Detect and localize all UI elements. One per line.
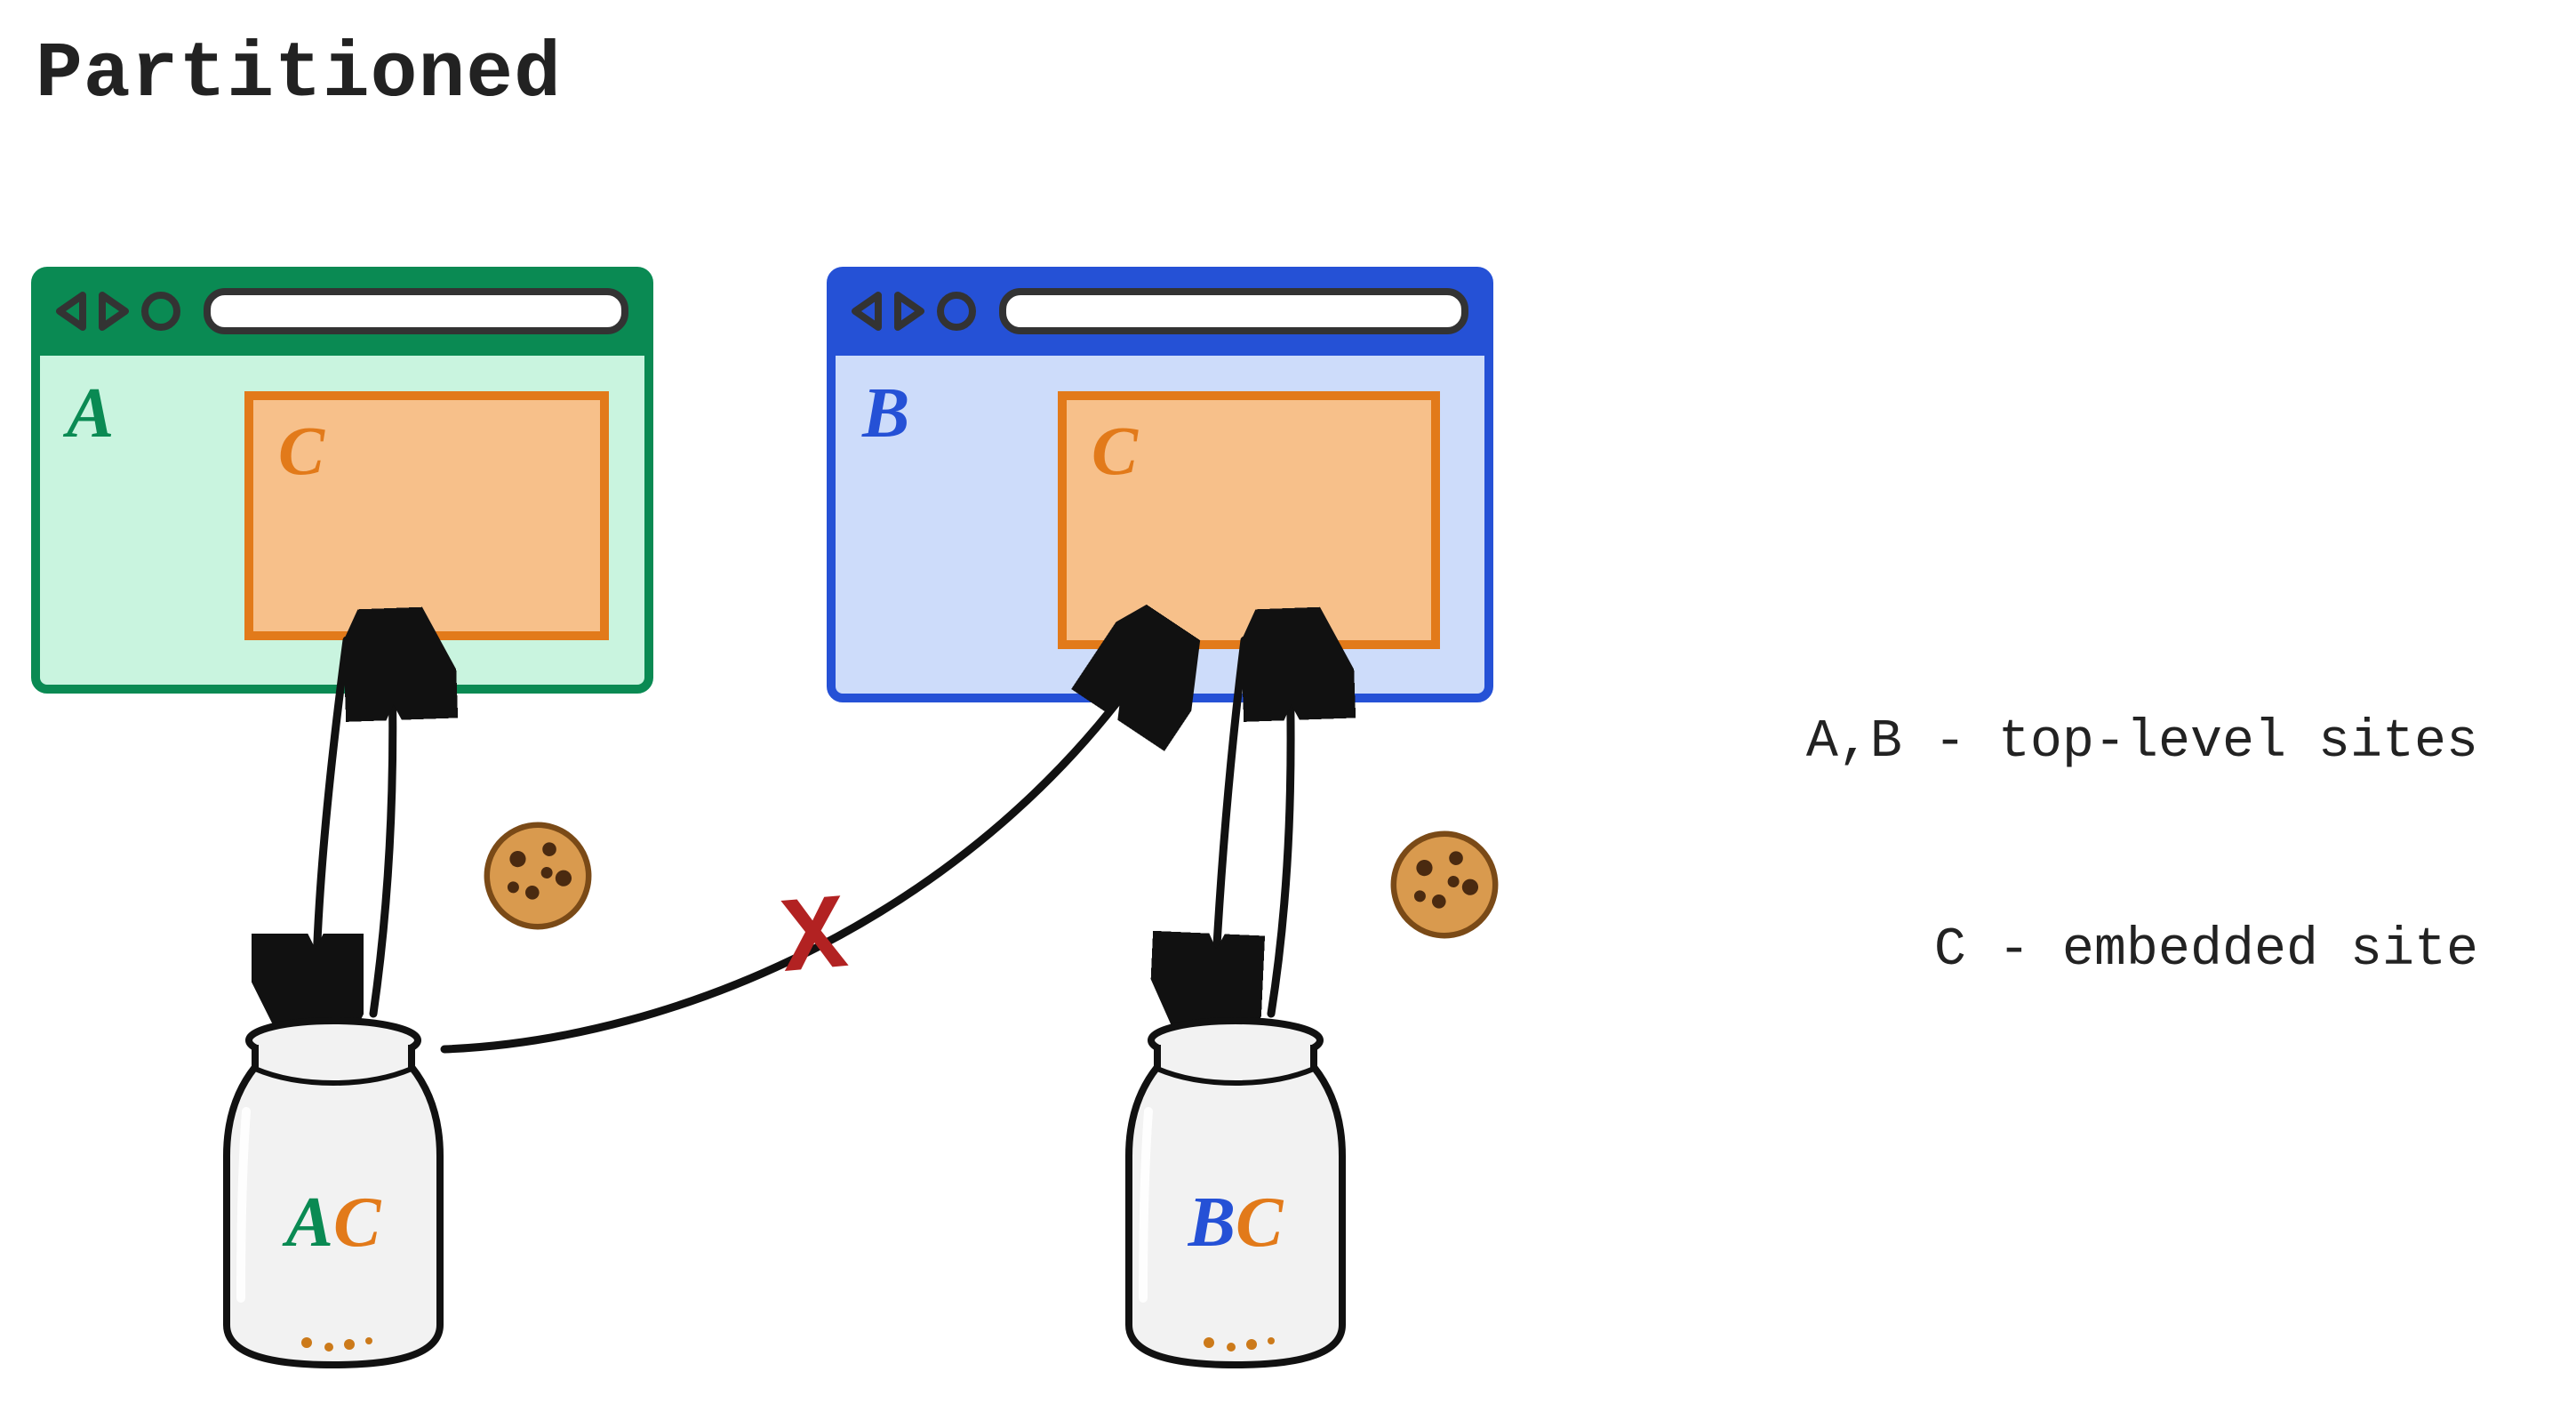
jar-label-c: C (1236, 1183, 1283, 1262)
jar-label-ac: AC (200, 1183, 467, 1264)
jar-label-bc: BC (1102, 1183, 1369, 1264)
blocked-icon: X (777, 878, 852, 1004)
jar-label-a: A (286, 1183, 333, 1262)
cookie-icon (476, 814, 601, 939)
cookie-jar-bc: BC (1102, 1005, 1369, 1360)
cookie-icon (1382, 822, 1508, 948)
cookie-jar-ac: AC (200, 1005, 467, 1360)
jar-label-b: B (1188, 1183, 1236, 1262)
jar-label-c: C (333, 1183, 380, 1262)
